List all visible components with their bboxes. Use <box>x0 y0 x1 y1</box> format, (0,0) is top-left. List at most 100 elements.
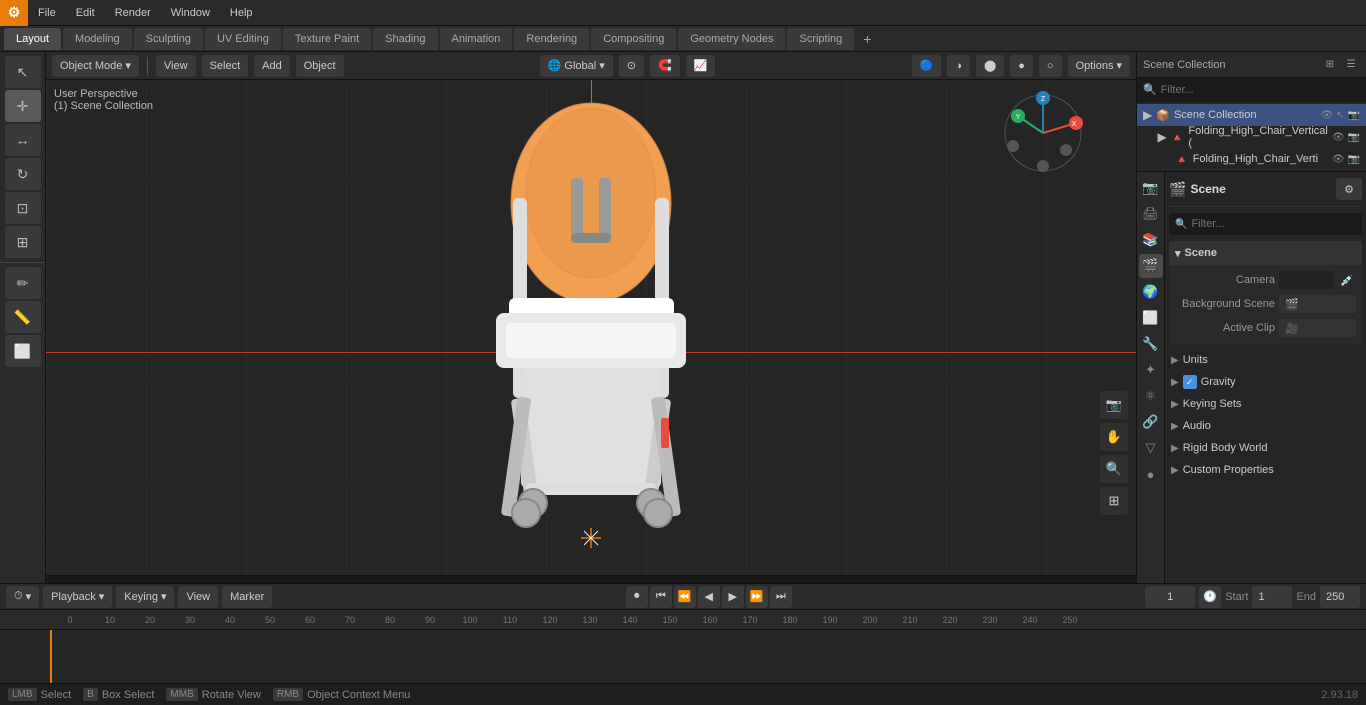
add-menu-btn[interactable]: Add <box>254 55 290 77</box>
select-tool-btn[interactable]: ↖ <box>5 56 41 88</box>
audio-row[interactable]: ▶ Audio <box>1169 415 1362 437</box>
camera-btn[interactable]: 📷 <box>1100 391 1128 419</box>
visibility-icon[interactable]: 👁 <box>1320 110 1333 121</box>
tab-uv-editing[interactable]: UV Editing <box>205 28 281 50</box>
gravity-checkbox[interactable]: ✓ <box>1183 375 1197 389</box>
move-btn[interactable]: ↔ <box>5 124 41 156</box>
prop-tab-render[interactable]: 📷 <box>1139 176 1163 200</box>
gravity-row[interactable]: ▶ ✓ Gravity <box>1169 371 1362 393</box>
timeline-type-btn[interactable]: ⏱ ▾ <box>6 586 39 608</box>
scene-section-header[interactable]: ▾ Scene <box>1169 241 1362 265</box>
render-icon[interactable]: 📷 <box>1348 110 1360 121</box>
snap-btn[interactable]: 🧲 <box>650 55 680 77</box>
prop-tab-particles[interactable]: ✦ <box>1139 358 1163 382</box>
timeline-view-btn[interactable]: View <box>178 586 218 608</box>
object-mode-dropdown[interactable]: Object Mode ▾ <box>52 55 139 77</box>
timeline-content[interactable] <box>0 630 1366 683</box>
keying-sets-row[interactable]: ▶ Keying Sets <box>1169 393 1362 415</box>
transform-btn[interactable]: ⊞ <box>5 226 41 258</box>
tab-scripting[interactable]: Scripting <box>787 28 854 50</box>
reverse-btn[interactable]: ◀ <box>698 586 720 608</box>
menu-item-file[interactable]: File <box>28 0 66 25</box>
prop-tab-view-layer[interactable]: 📚 <box>1139 228 1163 252</box>
props-options-btn[interactable]: ⚙ <box>1336 178 1362 200</box>
options-btn[interactable]: Options ▾ <box>1068 55 1130 77</box>
keying-btn[interactable]: Keying ▾ <box>116 586 174 608</box>
custom-props-row[interactable]: ▶ Custom Properties <box>1169 459 1362 481</box>
tab-add-button[interactable]: + <box>856 28 878 50</box>
prop-tab-constraints[interactable]: 🔗 <box>1139 410 1163 434</box>
proportional-edit-btn[interactable]: ⊙ <box>619 55 644 77</box>
background-scene-value[interactable]: 🎬 <box>1279 295 1356 313</box>
visibility-icon2[interactable]: 👁 <box>1332 154 1345 165</box>
prop-tab-output[interactable]: 🖨 <box>1139 202 1163 226</box>
hand-btn[interactable]: ✋ <box>1100 423 1128 451</box>
view-options-btn[interactable]: ☰ <box>1342 56 1360 74</box>
visibility-icon[interactable]: 👁 <box>1332 132 1345 143</box>
outliner-item-0[interactable]: ▶ 📦 Scene Collection 👁 ↖ 📷 <box>1137 104 1366 126</box>
add-cube-btn[interactable]: ⬜ <box>5 335 41 367</box>
filter-icon-btn[interactable]: ⊞ <box>1321 56 1339 74</box>
shading-render-btn[interactable]: ○ <box>1039 55 1062 77</box>
scale-btn[interactable]: ⊡ <box>5 192 41 224</box>
tab-sculpting[interactable]: Sculpting <box>134 28 203 50</box>
prop-tab-data[interactable]: ▽ <box>1139 436 1163 460</box>
viewport-3d[interactable]: User Perspective (1) Scene Collection X … <box>46 80 1136 575</box>
tab-layout[interactable]: Layout <box>4 28 61 50</box>
tab-texture-paint[interactable]: Texture Paint <box>283 28 371 50</box>
overlay-btn[interactable]: 🔵 <box>912 55 942 77</box>
prop-tab-physics[interactable]: ⚛ <box>1139 384 1163 408</box>
rotate-btn[interactable]: ↻ <box>5 158 41 190</box>
shading-mat-btn[interactable]: ● <box>1010 55 1033 77</box>
render-icon2[interactable]: 📷 <box>1348 132 1360 143</box>
object-menu-btn[interactable]: Object <box>296 55 344 77</box>
current-frame-input[interactable]: 1 <box>1145 586 1195 608</box>
units-row[interactable]: ▶ Units <box>1169 349 1362 371</box>
timeline-scrollbar[interactable] <box>46 575 1136 583</box>
prop-tab-object[interactable]: ⬜ <box>1139 306 1163 330</box>
next-frame-btn[interactable]: ⏩ <box>746 586 768 608</box>
render-icon3[interactable]: 📷 <box>1348 154 1360 165</box>
select-icon[interactable]: ↖ <box>1336 110 1344 121</box>
menu-item-help[interactable]: Help <box>220 0 263 25</box>
outliner-item-1[interactable]: ▶ 🔺 Folding_High_Chair_Vertical ( 👁 📷 <box>1137 126 1366 148</box>
view-menu-btn[interactable]: View <box>156 55 196 77</box>
camera-value[interactable] <box>1279 271 1334 289</box>
menu-item-render[interactable]: Render <box>105 0 161 25</box>
menu-item-edit[interactable]: Edit <box>66 0 105 25</box>
tab-geometry-nodes[interactable]: Geometry Nodes <box>678 28 785 50</box>
record-btn[interactable]: ⏺ <box>626 586 648 608</box>
shading-solid-btn[interactable]: ⬤ <box>976 55 1004 77</box>
select-menu-btn[interactable]: Select <box>202 55 249 77</box>
camera-eyedropper[interactable]: 💉 <box>1338 271 1356 289</box>
prop-tab-material[interactable]: ● <box>1139 462 1163 486</box>
measure-btn[interactable]: 📏 <box>5 301 41 333</box>
prev-frame-btn[interactable]: ⏪ <box>674 586 696 608</box>
xray-btn[interactable]: ◑ <box>947 55 970 77</box>
tab-shading[interactable]: Shading <box>373 28 437 50</box>
tab-animation[interactable]: Animation <box>440 28 513 50</box>
prop-tab-scene[interactable]: 🎬 <box>1139 254 1163 278</box>
prop-tab-world[interactable]: 🌍 <box>1139 280 1163 304</box>
tab-rendering[interactable]: Rendering <box>514 28 589 50</box>
cursor-btn[interactable]: ✛ <box>5 90 41 122</box>
start-frame-input[interactable]: 1 <box>1252 586 1292 608</box>
play-btn[interactable]: ▶ <box>722 586 744 608</box>
active-clip-value[interactable]: 🎥 <box>1279 319 1356 337</box>
tab-modeling[interactable]: Modeling <box>63 28 132 50</box>
outliner-item-2[interactable]: 🔺 Folding_High_Chair_Verti 👁 📷 <box>1137 148 1366 170</box>
zoom-btn[interactable]: 🔍 <box>1100 455 1128 483</box>
prop-tab-modifier[interactable]: 🔧 <box>1139 332 1163 356</box>
transform-global-btn[interactable]: 🌐 Global ▾ <box>540 55 613 77</box>
marker-btn[interactable]: Marker <box>222 586 272 608</box>
menu-item-window[interactable]: Window <box>161 0 220 25</box>
search-input[interactable] <box>1161 84 1360 96</box>
graph-btn[interactable]: 📈 <box>686 55 716 77</box>
playback-btn[interactable]: Playback ▾ <box>43 586 112 608</box>
skip-end-btn[interactable]: ⏭ <box>770 586 792 608</box>
props-search-input[interactable] <box>1191 218 1356 230</box>
time-mode-btn[interactable]: 🕐 <box>1199 586 1221 608</box>
end-frame-input[interactable]: 250 <box>1320 586 1360 608</box>
grid-snap-btn[interactable]: ⊞ <box>1100 487 1128 515</box>
rigid-body-world-row[interactable]: ▶ Rigid Body World <box>1169 437 1362 459</box>
